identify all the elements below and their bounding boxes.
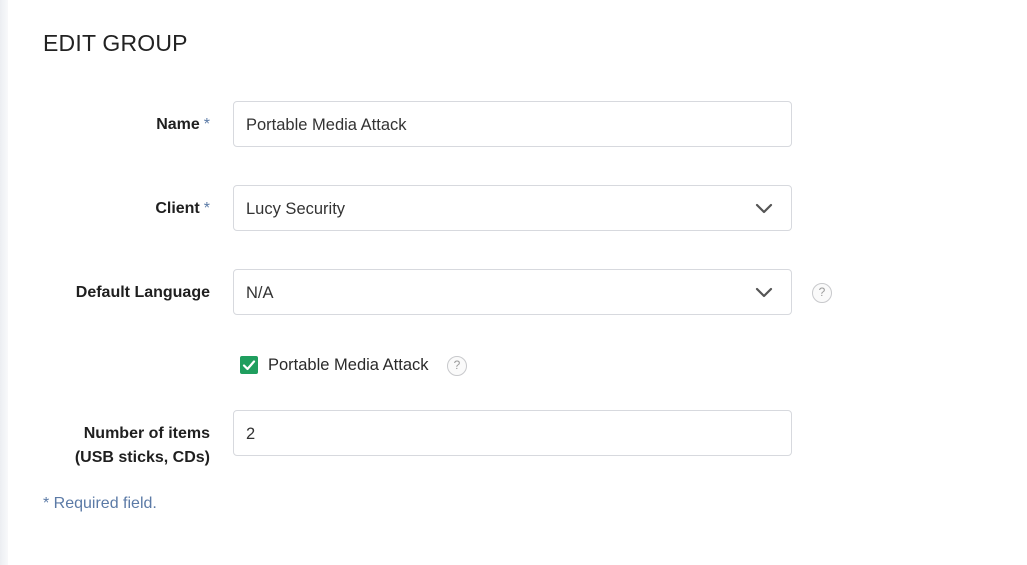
number-of-items-label-line2: (USB sticks, CDs)	[74, 449, 210, 466]
client-label: Client *	[155, 197, 210, 220]
left-edge-shadow	[0, 0, 8, 565]
client-select[interactable]: Lucy Security	[233, 185, 792, 231]
chevron-down-icon	[755, 287, 773, 298]
required-field-note: * Required field.	[43, 495, 157, 512]
default-language-label: Default Language	[76, 281, 210, 304]
client-required-mark: *	[203, 200, 210, 217]
name-input[interactable]: Portable Media Attack	[233, 101, 792, 147]
number-of-items-label-line1: Number of items	[83, 425, 210, 442]
page-title: EDIT GROUP	[43, 30, 188, 56]
checkmark-icon	[242, 360, 256, 371]
client-select-value: Lucy Security	[246, 200, 346, 218]
chevron-down-icon	[755, 203, 773, 214]
default-language-select[interactable]: N/A	[233, 269, 792, 315]
name-label: Name *	[156, 113, 210, 136]
name-input-value: Portable Media Attack	[246, 116, 407, 134]
client-label-text: Client	[155, 200, 200, 217]
default-language-label-text: Default Language	[75, 284, 210, 301]
number-of-items-input[interactable]: 2	[233, 410, 792, 456]
name-required-mark: *	[203, 116, 210, 133]
default-language-select-value: N/A	[246, 284, 274, 302]
name-label-text: Name	[156, 116, 200, 133]
help-circle-icon[interactable]: ?	[447, 356, 467, 376]
portable-media-attack-label[interactable]: Portable Media Attack	[268, 355, 429, 376]
portable-media-attack-checkbox[interactable]	[240, 356, 258, 374]
edit-group-page: EDIT GROUP Name * Portable Media Attack C…	[0, 0, 1027, 565]
help-circle-icon[interactable]: ?	[812, 283, 832, 303]
number-of-items-label: Number of items (USB sticks, CDs)	[75, 422, 210, 470]
number-of-items-input-value: 2	[246, 425, 256, 443]
